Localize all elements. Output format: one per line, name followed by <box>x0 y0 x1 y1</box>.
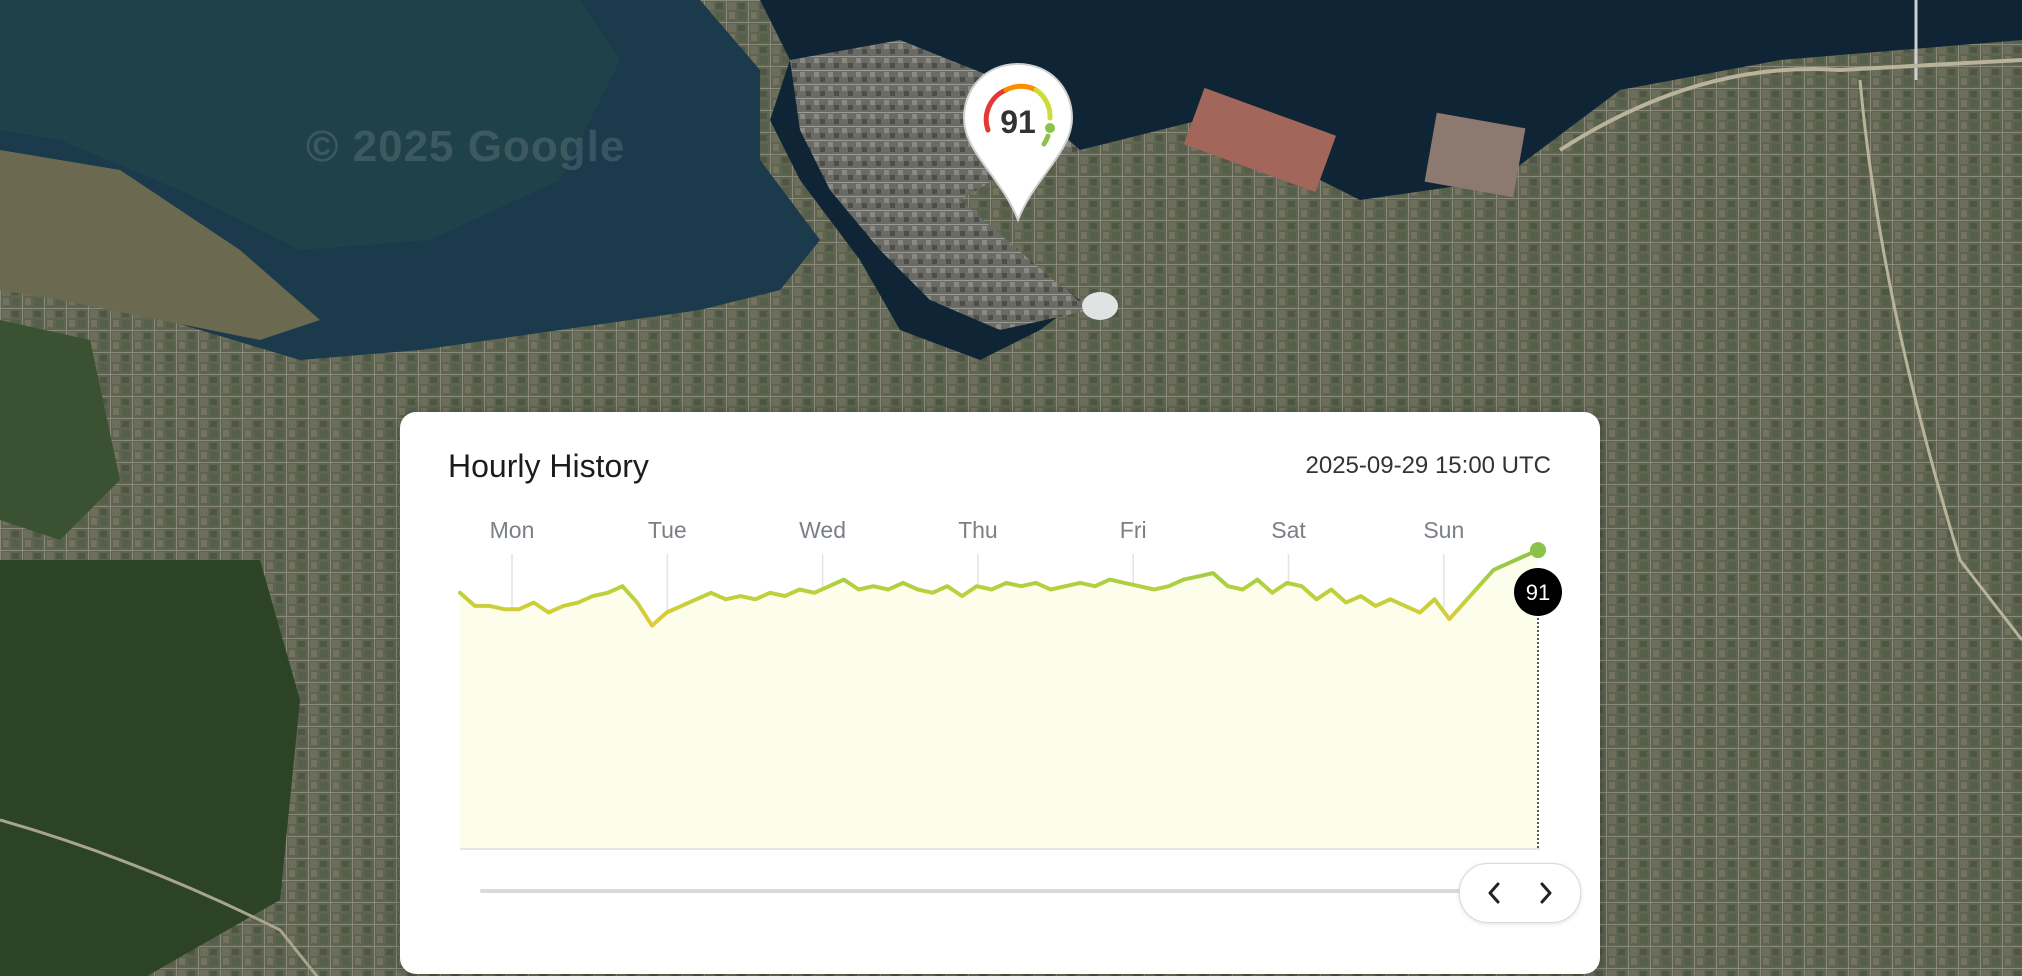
chevron-left-icon <box>1488 882 1500 904</box>
chevron-right-icon <box>1540 882 1552 904</box>
map-watermark: © 2025 Google <box>306 122 626 171</box>
current-value-point <box>1530 542 1546 559</box>
hourly-history-panel: Hourly History 2025-09-29 15:00 UTC Mon T… <box>400 412 1600 974</box>
day-tick-label: Wed <box>799 517 846 543</box>
next-button[interactable] <box>1526 872 1566 914</box>
chart-scrollbar[interactable] <box>480 889 1480 893</box>
aqi-map-marker[interactable]: 91 <box>958 60 1078 226</box>
marker-aqi-value: 91 <box>1000 104 1036 140</box>
day-tick-label: Tue <box>648 517 687 543</box>
bottom-edge <box>0 976 2022 980</box>
day-tick-label: Sun <box>1423 517 1464 543</box>
day-tick-label: Mon <box>490 517 535 543</box>
day-tick-label: Sat <box>1271 517 1306 543</box>
chart-navigation <box>1459 863 1581 923</box>
current-value-badge-text: 91 <box>1526 580 1550 605</box>
previous-button[interactable] <box>1474 872 1514 914</box>
day-tick-label: Fri <box>1120 517 1147 543</box>
day-tick-label: Thu <box>958 517 998 543</box>
map-pin-icon <box>962 62 1074 223</box>
chart-area-fill <box>460 550 1538 849</box>
